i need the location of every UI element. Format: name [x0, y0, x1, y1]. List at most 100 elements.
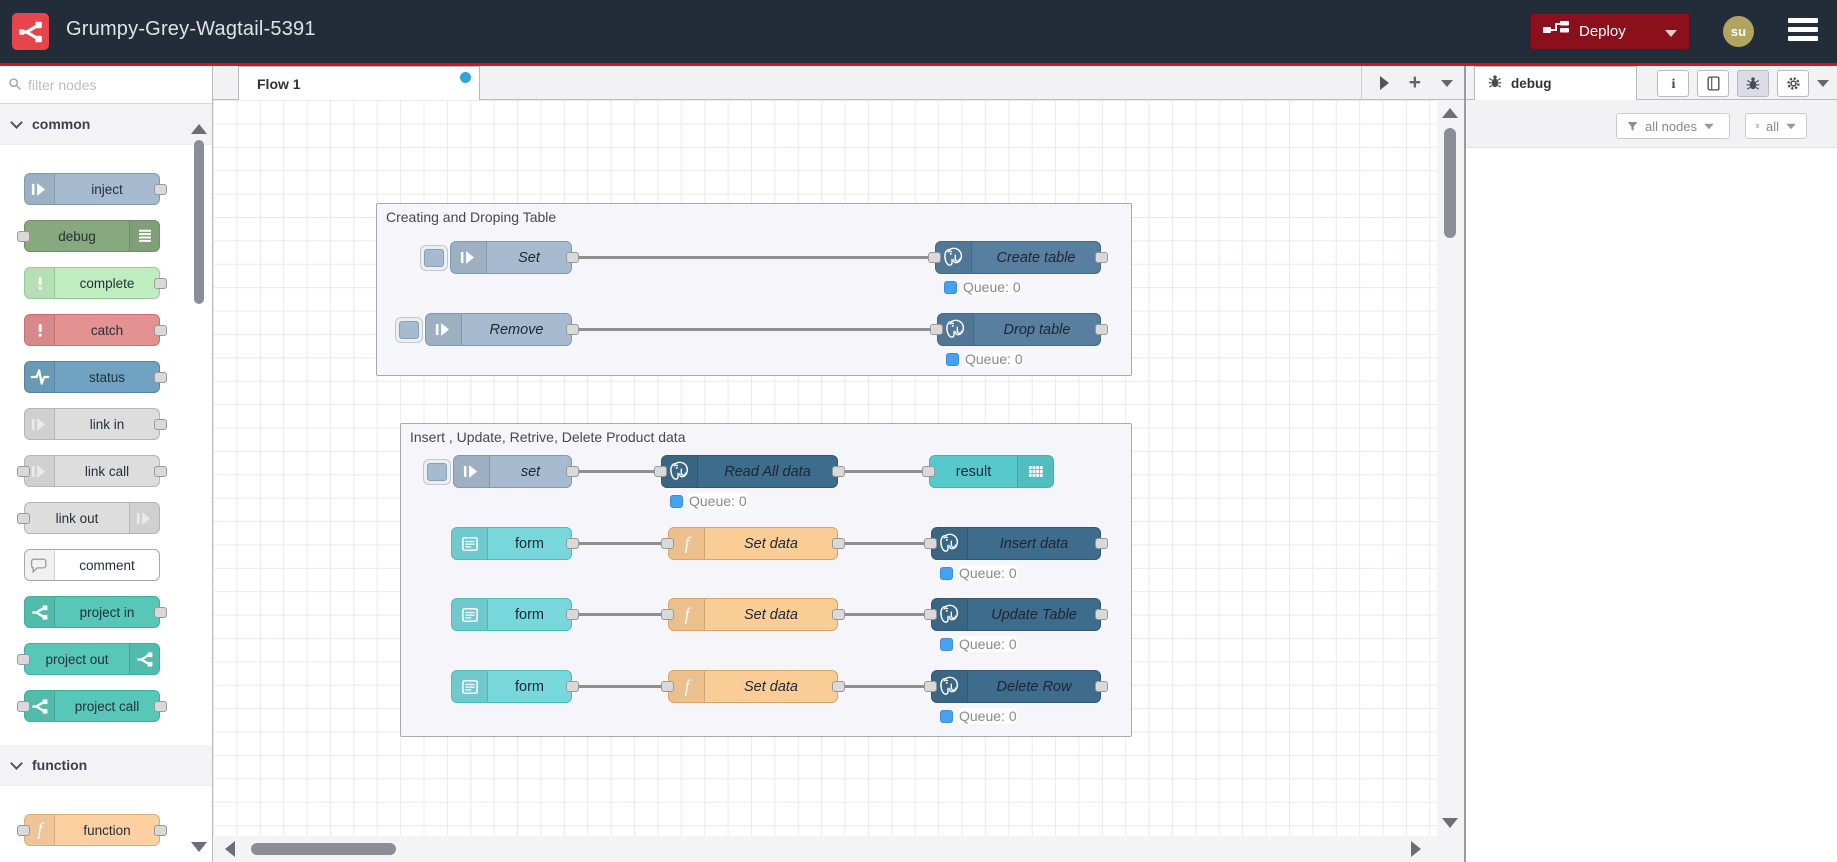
wire-n15-n16[interactable]	[843, 685, 926, 688]
deploy-options-caret-icon[interactable]	[1665, 30, 1677, 37]
palette-node-project-call[interactable]: project call	[17, 690, 167, 722]
palette-node-catch[interactable]: catch	[24, 314, 167, 346]
palette-node-function[interactable]: f function	[17, 814, 167, 846]
canvas-scroll-down-icon[interactable]	[1442, 818, 1458, 828]
output-port[interactable]	[566, 324, 579, 335]
output-port[interactable]	[566, 538, 579, 549]
input-port[interactable]	[924, 681, 937, 692]
output-port[interactable]	[154, 701, 167, 712]
canvas-hscroll-thumb[interactable]	[251, 843, 396, 855]
sidebar-button-settings-icon[interactable]	[1777, 70, 1809, 97]
input-port[interactable]	[661, 609, 674, 620]
output-port[interactable]	[154, 184, 167, 195]
sidebar-menu-caret-icon[interactable]	[1817, 80, 1829, 87]
flow-node-set[interactable]: set	[423, 455, 579, 488]
flow-node-create-table[interactable]: Create table	[928, 241, 1108, 274]
flow-node-update-table[interactable]: Update Table	[924, 598, 1108, 631]
wire-n3-n4[interactable]	[577, 328, 932, 331]
output-port[interactable]	[832, 538, 845, 549]
palette-node-complete[interactable]: complete	[24, 267, 167, 299]
flow-node-delete-row[interactable]: Delete Row	[924, 670, 1108, 703]
filter-nodes-input[interactable]	[28, 72, 198, 98]
input-port[interactable]	[17, 825, 30, 836]
palette-node-link-out[interactable]: link out	[17, 502, 160, 534]
input-port[interactable]	[924, 538, 937, 549]
flow-node-form[interactable]: form	[451, 527, 579, 560]
flow-node-insert-data[interactable]: Insert data	[924, 527, 1108, 560]
wire-n9-n10[interactable]	[843, 542, 926, 545]
flow-node-result[interactable]: result	[922, 455, 1054, 488]
tab-flow-1[interactable]: Flow 1	[238, 66, 480, 100]
palette-node-link-in[interactable]: link in	[24, 408, 167, 440]
sidebar-button-debug-icon[interactable]	[1737, 70, 1769, 97]
input-port[interactable]	[661, 681, 674, 692]
output-port[interactable]	[1095, 609, 1108, 620]
flow-node-form[interactable]: form	[451, 598, 579, 631]
input-port[interactable]	[930, 324, 943, 335]
flow-node-set-data[interactable]: f Set data	[661, 670, 845, 703]
flow-node-drop-table[interactable]: Drop table	[930, 313, 1108, 346]
debug-filter-button[interactable]: all nodes	[1616, 113, 1730, 139]
input-port[interactable]	[661, 538, 674, 549]
palette-scroll-down-icon[interactable]	[191, 842, 207, 852]
deploy-button[interactable]: Deploy	[1530, 13, 1690, 50]
user-avatar[interactable]: su	[1723, 16, 1754, 47]
palette-node-link-call[interactable]: link call	[17, 455, 167, 487]
wire-n5-n6[interactable]	[577, 470, 656, 473]
wire-n11-n12[interactable]	[577, 613, 663, 616]
output-port[interactable]	[832, 609, 845, 620]
canvas-horizontal-scrollbar[interactable]	[213, 836, 1437, 862]
add-flow-icon[interactable]: +	[1409, 72, 1421, 93]
flow-node-set-data[interactable]: f Set data	[661, 527, 845, 560]
wire-n8-n9[interactable]	[577, 542, 663, 545]
output-port[interactable]	[566, 252, 579, 263]
input-port[interactable]	[17, 231, 30, 242]
flow-node-read-all-data[interactable]: Read All data	[654, 455, 845, 488]
output-port[interactable]	[154, 372, 167, 383]
palette-node-project-in[interactable]: project in	[24, 596, 167, 628]
output-port[interactable]	[1095, 252, 1108, 263]
flow-node-set-data[interactable]: f Set data	[661, 598, 845, 631]
wire-n1-n2[interactable]	[577, 256, 930, 259]
palette-node-inject[interactable]: inject	[24, 173, 167, 205]
output-port[interactable]	[1095, 681, 1108, 692]
output-port[interactable]	[832, 466, 845, 477]
input-port[interactable]	[924, 609, 937, 620]
flow-node-form[interactable]: form	[451, 670, 579, 703]
input-port[interactable]	[654, 466, 667, 477]
palette-node-comment[interactable]: comment	[24, 549, 160, 581]
canvas-scroll-up-icon[interactable]	[1442, 108, 1458, 118]
canvas-scroll-right-icon[interactable]	[1411, 841, 1421, 857]
output-port[interactable]	[566, 466, 579, 477]
flow-node-set[interactable]: Set	[420, 241, 579, 274]
palette-node-project-out[interactable]: project out	[17, 643, 160, 675]
output-port[interactable]	[154, 825, 167, 836]
inject-trigger-button[interactable]	[395, 317, 423, 343]
canvas-vertical-scrollbar[interactable]	[1437, 100, 1464, 836]
palette-category-common[interactable]: common	[0, 104, 212, 145]
palette-scrollbar-thumb[interactable]	[194, 140, 204, 304]
input-port[interactable]	[17, 466, 30, 477]
output-port[interactable]	[154, 466, 167, 477]
output-port[interactable]	[1095, 324, 1108, 335]
output-port[interactable]	[566, 609, 579, 620]
palette-category-function[interactable]: function	[0, 745, 212, 786]
canvas-vscroll-thumb[interactable]	[1444, 128, 1456, 238]
output-port[interactable]	[154, 607, 167, 618]
output-port[interactable]	[154, 419, 167, 430]
wire-n12-n13[interactable]	[843, 613, 926, 616]
input-port[interactable]	[928, 252, 941, 263]
inject-trigger-button[interactable]	[420, 245, 448, 271]
palette-node-debug[interactable]: debug	[17, 220, 160, 252]
wire-n14-n15[interactable]	[577, 685, 663, 688]
tab-debug[interactable]: debug	[1474, 66, 1637, 100]
output-port[interactable]	[1095, 538, 1108, 549]
debug-clear-button[interactable]: all	[1745, 113, 1807, 139]
input-port[interactable]	[17, 654, 30, 665]
output-port[interactable]	[154, 278, 167, 289]
output-port[interactable]	[154, 325, 167, 336]
output-port[interactable]	[566, 681, 579, 692]
main-menu-icon[interactable]	[1788, 18, 1818, 44]
input-port[interactable]	[922, 466, 935, 477]
flow-list-icon[interactable]	[1441, 79, 1453, 87]
